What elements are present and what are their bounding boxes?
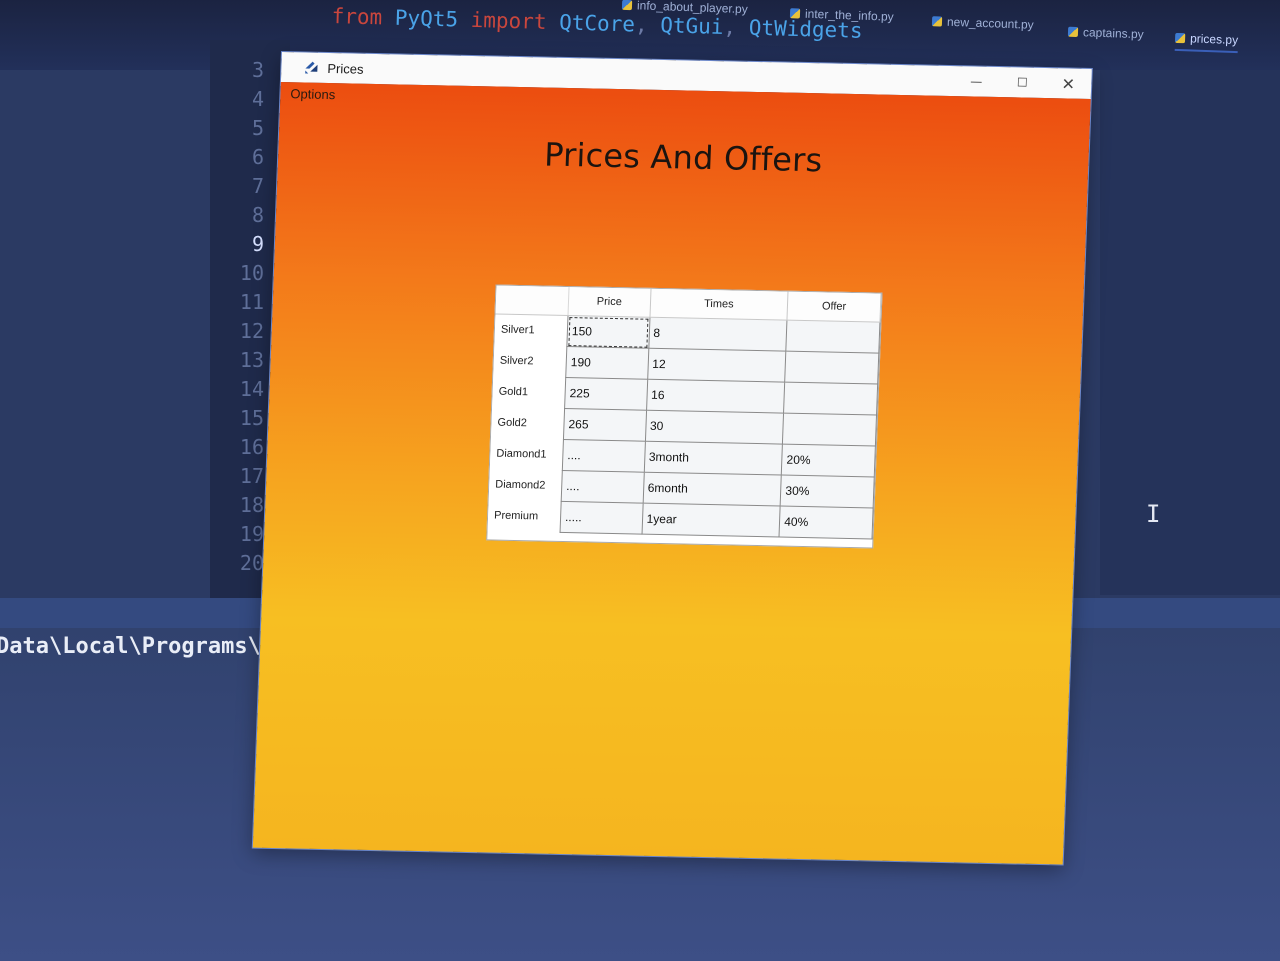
row-header[interactable]: Diamond1 <box>489 437 564 471</box>
maximize-button[interactable]: ☐ <box>999 67 1046 98</box>
line-number: 15 <box>239 406 264 430</box>
line-number: 8 <box>251 203 264 227</box>
table-corner[interactable] <box>495 285 570 316</box>
cell-offer[interactable] <box>782 413 877 447</box>
page-title: Prices And Offers <box>543 135 824 180</box>
row-header[interactable]: Silver2 <box>493 345 567 378</box>
cell-offer[interactable] <box>784 351 879 385</box>
cell-price[interactable]: 150 <box>566 315 650 349</box>
line-number: 5 <box>251 116 264 140</box>
line-number: 12 <box>239 319 264 343</box>
module-qtgui: QtGui <box>647 12 724 39</box>
module-pyqt5: PyQt5 <box>381 5 472 32</box>
cell-times[interactable]: 12 <box>647 348 787 383</box>
python-file-icon <box>789 8 801 19</box>
cell-price[interactable]: 265 <box>563 408 647 442</box>
row-header[interactable]: Silver1 <box>494 314 568 347</box>
cell-times[interactable]: 1year <box>641 503 781 538</box>
line-number: 3 <box>251 58 264 82</box>
line-number: 10 <box>239 261 264 285</box>
app-icon <box>305 61 318 74</box>
cell-times[interactable]: 6month <box>642 472 782 507</box>
window-client-area: Options Prices And Offers Price Times Of… <box>252 81 1091 865</box>
terminal-path: Data\Local\Programs\Py <box>0 634 288 659</box>
window-title: Prices <box>327 60 364 77</box>
file-tab-prices[interactable]: prices.py <box>1174 30 1239 54</box>
cell-times[interactable]: 3month <box>643 441 783 476</box>
python-file-icon <box>1067 26 1079 38</box>
module-qtcore: QtCore <box>546 10 636 37</box>
line-number: 6 <box>251 145 264 169</box>
row-header[interactable]: Diamond2 <box>488 468 563 502</box>
cell-price[interactable]: 225 <box>564 377 648 411</box>
cell-offer[interactable] <box>786 320 880 354</box>
close-button[interactable]: ✕ <box>1045 68 1092 99</box>
column-header-times[interactable]: Times <box>649 288 789 321</box>
row-header[interactable]: Premium <box>487 499 562 533</box>
file-tab-captains[interactable]: captains.py <box>1067 25 1144 41</box>
cell-offer[interactable]: 20% <box>781 444 876 477</box>
row-header[interactable]: Gold2 <box>490 406 565 440</box>
text-cursor-icon: I <box>1146 500 1161 528</box>
row-header[interactable]: Gold1 <box>492 375 566 409</box>
cell-price[interactable]: ..... <box>560 501 643 535</box>
keyword-from: from <box>331 4 383 30</box>
keyword-import: import <box>470 7 547 34</box>
cell-times[interactable]: 8 <box>648 317 788 352</box>
line-number-current: 9 <box>251 232 264 256</box>
line-number: 4 <box>251 87 264 111</box>
line-number: 13 <box>239 348 264 372</box>
editor-text-area[interactable] <box>1100 70 1280 595</box>
comma: , <box>634 12 649 37</box>
python-file-icon <box>1174 32 1186 44</box>
line-number: 18 <box>239 493 264 517</box>
cell-price[interactable]: .... <box>561 470 644 504</box>
line-number: 7 <box>251 174 264 198</box>
column-header-price[interactable]: Price <box>567 287 651 318</box>
column-header-offer[interactable]: Offer <box>787 291 881 323</box>
prices-table: Price Times Offer Silver1 150 8 Silver2 … <box>486 284 883 549</box>
cell-offer[interactable]: 30% <box>780 475 875 508</box>
cell-offer[interactable]: 40% <box>779 506 874 539</box>
window-controls: — ☐ ✕ <box>953 66 1092 99</box>
cell-times[interactable]: 30 <box>644 410 784 445</box>
menu-options[interactable]: Options <box>290 86 335 102</box>
cell-times[interactable]: 16 <box>646 379 785 414</box>
line-number: 19 <box>239 522 264 546</box>
line-number: 11 <box>239 290 264 314</box>
prices-table-grid: Price Times Offer Silver1 150 8 Silver2 … <box>487 285 882 540</box>
cell-price[interactable]: .... <box>562 439 645 473</box>
line-number: 14 <box>239 377 264 401</box>
cell-price[interactable]: 190 <box>565 346 649 380</box>
python-file-icon <box>621 0 633 11</box>
minimize-button[interactable]: — <box>953 66 1000 97</box>
cell-offer[interactable] <box>783 382 878 416</box>
python-file-icon <box>931 16 943 27</box>
prices-window: Prices — ☐ ✕ Options Prices And Offers P… <box>252 52 1092 865</box>
line-number: 20 <box>239 551 264 575</box>
line-number: 17 <box>239 464 264 488</box>
table-row: Premium ..... 1year 40% <box>487 499 874 539</box>
line-number: 16 <box>239 435 264 459</box>
comma: , <box>723 14 737 40</box>
